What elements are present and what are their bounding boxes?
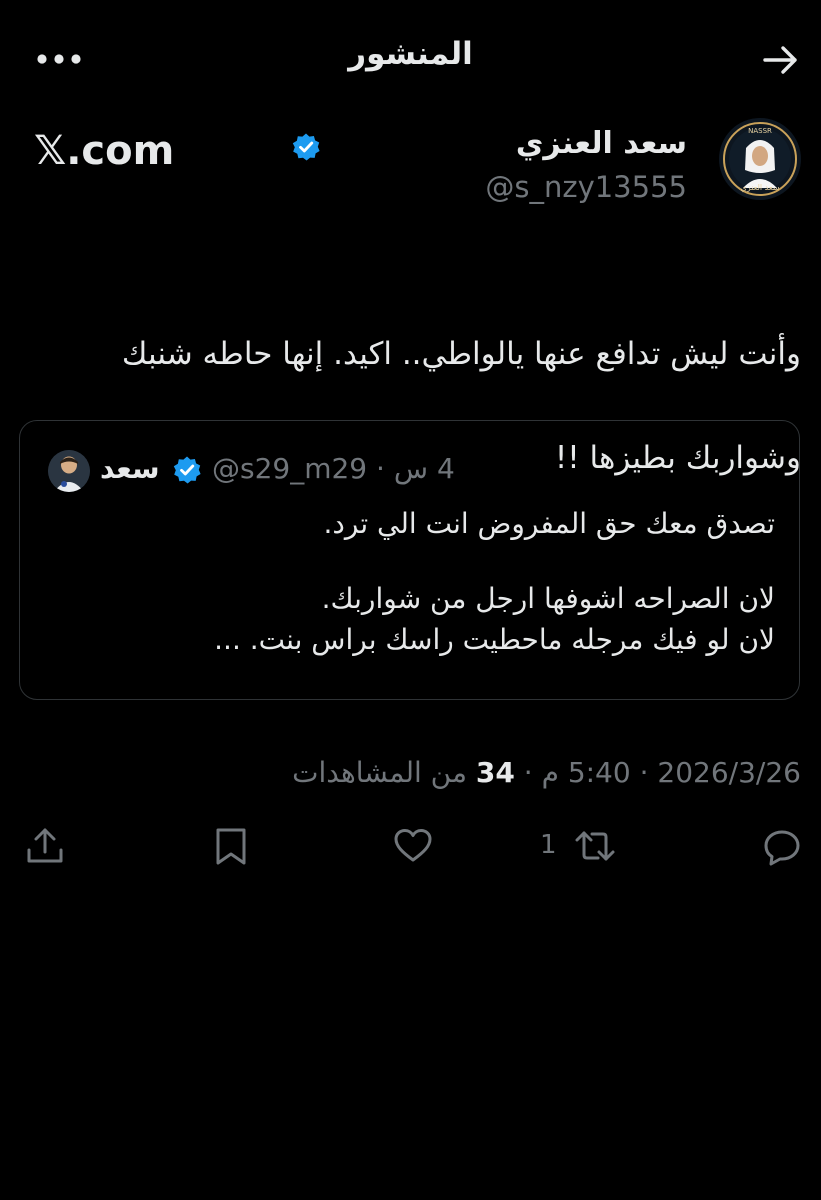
author-name[interactable]: سعد العنزي [516,126,687,161]
tweet-time: 5:40 م [541,756,631,789]
retweet-icon [575,831,615,861]
back-button[interactable] [761,40,801,80]
stamp-separator: · [523,756,533,789]
quoted-time: 4 س [393,452,455,485]
more-options-button[interactable] [36,48,82,70]
quoted-text-line-2: لان الصراحه اشوفها ارجل من شواربك. [321,582,775,615]
views-label[interactable]: من المشاهدات [292,756,467,789]
retweet-button[interactable] [574,825,616,867]
author-handle[interactable]: @s_nzy13555 [485,170,687,204]
views-count[interactable]: 34 [476,756,515,789]
avatar-caption: سعد العنزي [741,183,780,192]
quoted-text-line-1: تصدق معك حق المفروض انت الي ترد. [323,507,775,540]
bookmark-button[interactable] [210,825,252,867]
quoted-meta: @s29_m29 · 4 س [212,452,455,485]
avatar-badge-text: NASSR [748,127,772,135]
arrow-right-icon [763,46,797,74]
share-button[interactable] [24,825,66,867]
quoted-author-handle[interactable]: @s29_m29 [212,452,367,485]
quoted-author-name[interactable]: سعد [100,452,160,485]
like-button[interactable] [392,825,434,867]
heart-icon [394,829,432,862]
quoted-text-line-3: لان لو فيك مرجله ماحطيت راسك براس بنت. .… [214,623,775,656]
more-dots-icon [37,54,81,64]
quoted-meta-separator: · [376,452,385,485]
x-com-watermark: 𝕏.com [34,128,175,174]
tweet-timestamp: من المشاهدات 34 · 5:40 م · 2026/3/26 [292,756,801,789]
reply-button[interactable] [761,825,803,867]
tweet-text-line-1: وأنت ليش تدافع عنها يالواطي.. اكيد. إنها… [121,336,801,372]
tweet-date: 2026/3/26 [657,756,801,789]
share-icon [27,828,63,863]
quoted-avatar-image [48,450,90,492]
retweet-count: 1 [540,830,557,860]
avatar-image: NASSR سعد العنزي [719,118,801,200]
reply-icon [764,830,800,866]
bookmark-icon [216,828,246,865]
stamp-separator: · [639,756,649,789]
quoted-tweet-text: تصدق معك حق المفروض انت الي ترد. لان الص… [35,503,775,660]
verified-badge-icon [291,132,321,162]
page-title: المنشور [348,36,473,72]
author-avatar[interactable]: NASSR سعد العنزي [719,118,801,200]
quoted-verified-badge-icon [172,455,202,485]
quoted-author-avatar[interactable] [48,450,90,492]
